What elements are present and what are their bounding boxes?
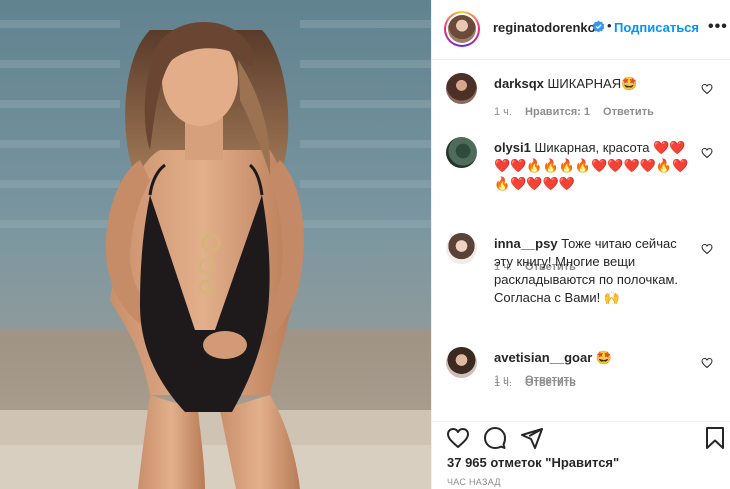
commenter-avatar[interactable] [446,233,477,264]
comment-text: inna__psy Тоже читаю сейчас эту книгу! М… [494,235,699,307]
bookmark-icon[interactable] [703,426,727,450]
comment-likes[interactable]: Нравится: 1 [525,106,590,118]
comment-like-heart-icon[interactable] [701,83,713,95]
heart-icon[interactable] [446,426,470,450]
post-sidebar: reginatodorenko • Подписаться ••• darksq… [431,0,730,489]
comment-username[interactable]: olysi1 [494,140,531,155]
comment-username[interactable]: inna__psy [494,236,558,251]
comment-body: ШИКАРНАЯ🤩 [547,76,638,91]
post-header: reginatodorenko • Подписаться ••• [432,0,730,60]
commenter-avatar[interactable] [446,347,477,378]
author-username[interactable]: reginatodorenko [493,20,596,35]
share-icon[interactable] [520,426,544,450]
commenter-avatar[interactable] [446,137,477,168]
comment-like-heart-icon[interactable] [701,357,713,369]
reply-button[interactable]: Ответить [525,377,576,389]
woman-in-swimsuit-image [0,0,431,489]
comment-like-heart-icon[interactable] [701,243,713,255]
comment-meta: 1 ч. Ответить [494,377,586,389]
header-separator: • [607,18,612,33]
more-options-icon[interactable]: ••• [708,18,728,36]
comment-icon[interactable] [483,426,507,450]
comment-text: avetisian__goar 🤩 [494,349,699,367]
post-photo[interactable] [0,0,431,489]
commenter-avatar[interactable] [446,73,477,104]
comment-time[interactable]: 1 ч. [494,106,512,118]
comment-username[interactable]: avetisian__goar [494,350,592,365]
verified-badge-icon [592,20,605,33]
post-actions: 37 965 отметок "Нравится" ЧАС НАЗАД [432,421,730,489]
comment-time[interactable]: 1 ч. [494,377,512,389]
comment-body: 🤩 [595,350,613,365]
comment-username[interactable]: darksqx [494,76,544,91]
comment-meta: 1 ч. Нравится: 1 Ответить [494,106,664,118]
likes-count[interactable]: 37 965 отметок "Нравится" [447,455,619,470]
comment-like-heart-icon[interactable] [701,147,713,159]
author-avatar[interactable] [444,11,480,47]
post-timestamp[interactable]: ЧАС НАЗАД [447,477,501,487]
comments-list[interactable]: darksqx ШИКАРНАЯ🤩 1 ч. Нравится: 1 Ответ… [432,61,730,421]
follow-button[interactable]: Подписаться [614,20,699,35]
comment-text: darksqx ШИКАРНАЯ🤩 [494,75,699,93]
reply-button[interactable]: Ответить [603,106,654,118]
comment-text: olysi1 Шикарная, красота ❤️❤️❤️❤️🔥🔥🔥🔥❤️❤… [494,139,699,193]
